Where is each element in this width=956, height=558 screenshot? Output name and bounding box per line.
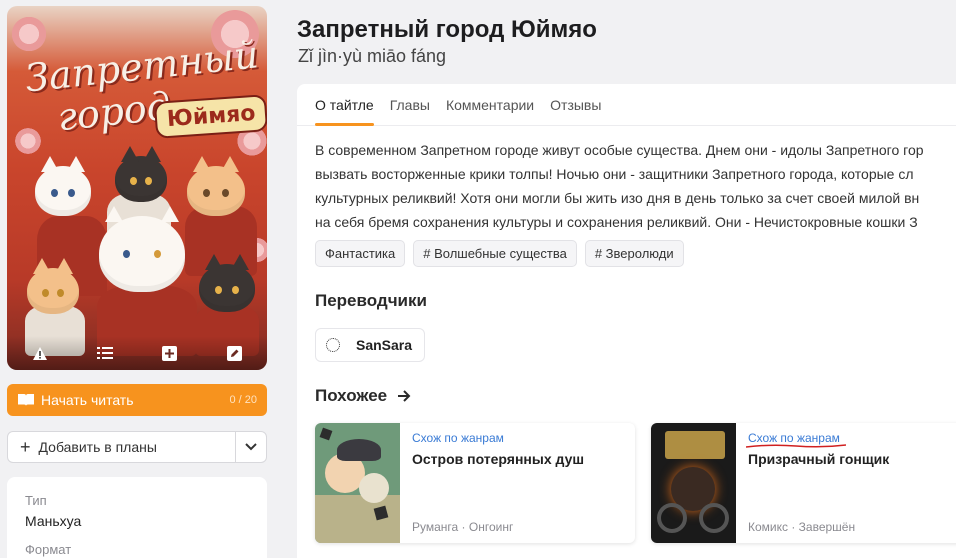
description-line: на себя бремя сохранения культуры и сохр… [315, 214, 918, 230]
cat-illustration [99, 206, 185, 292]
page-subtitle: Zǐ jìn·yù miāo fáng [298, 46, 447, 66]
similar-title: Призрачный гонщик [748, 451, 890, 467]
description: В современном Запретном городе живут осо… [315, 138, 956, 234]
add-to-plans-button[interactable]: + Добавить в планы [8, 432, 235, 462]
similar-reason: Схож по жанрам [412, 431, 504, 445]
similar-card-body: Схож по жанрам Остров потерянных душ Рум… [400, 423, 635, 543]
similar-card[interactable]: Схож по жанрам Остров потерянных душ Рум… [315, 423, 635, 543]
cat-illustration [27, 258, 79, 314]
arrow-right-icon [398, 390, 411, 402]
similar-meta: Комикс · Завершён [748, 520, 856, 534]
tag-item[interactable]: # Зверолюди [584, 240, 684, 267]
chapter-progress: 0 / 20 [229, 394, 257, 406]
tag-list: Фантастика # Волшебные существа # Зверол… [315, 240, 684, 267]
translator-name: SanSara [356, 337, 413, 353]
similar-card[interactable]: Схож по жанрам Призрачный гонщик Комикс … [651, 423, 956, 543]
tab-comments[interactable]: Комментарии [446, 84, 534, 125]
similar-cover [315, 423, 400, 543]
info-label-type: Тип [25, 493, 47, 508]
edit-icon[interactable] [225, 343, 245, 363]
plus-square-icon[interactable] [160, 343, 180, 363]
cat-illustration [115, 146, 167, 202]
similar-title: Остров потерянных душ [412, 451, 585, 467]
cat-illustration [199, 254, 255, 312]
cover-action-bar [7, 336, 267, 370]
translator-chip[interactable]: SanSara [315, 328, 426, 362]
page-title: Запретный город Юймяо [297, 16, 597, 43]
start-reading-label: Начать читать [41, 392, 134, 408]
tab-reviews[interactable]: Отзывы [550, 84, 601, 125]
similar-heading[interactable]: Похожее [315, 386, 411, 406]
list-icon[interactable] [95, 343, 115, 363]
similar-meta: Руманга · Онгоинг [412, 520, 514, 534]
red-underline-mark [746, 444, 846, 448]
start-reading-button[interactable]: Начать читать 0 / 20 [7, 384, 267, 416]
similar-cover [651, 423, 736, 543]
translators-heading: Переводчики [315, 291, 427, 310]
plus-icon: + [20, 437, 31, 457]
chevron-down-icon [245, 443, 257, 451]
cover-image[interactable]: Запретный город Юймяо [7, 6, 267, 370]
cover-title-badge: Юймяо [153, 94, 267, 139]
cat-illustration [187, 156, 245, 216]
tag-item[interactable]: Фантастика [315, 240, 406, 267]
tab-chapters[interactable]: Главы [390, 84, 430, 125]
tab-bar: О тайтле Главы Комментарии Отзывы [297, 84, 956, 126]
add-to-plans-label: Добавить в планы [38, 439, 157, 455]
tab-about[interactable]: О тайтле [315, 84, 374, 126]
main-panel: О тайтле Главы Комментарии Отзывы В совр… [297, 84, 956, 558]
similar-card-body: Схож по жанрам Призрачный гонщик Комикс … [736, 423, 956, 543]
book-icon [18, 394, 34, 406]
info-label-format: Формат [25, 542, 72, 557]
warning-icon[interactable] [30, 343, 50, 363]
tag-item[interactable]: # Волшебные существа [413, 240, 577, 267]
translator-avatar [326, 338, 340, 352]
info-value-type: Маньхуа [25, 513, 82, 529]
description-line: В современном Запретном городе живут осо… [315, 142, 924, 158]
description-line: культурных реликвий! Хотя они могли бы ж… [315, 190, 920, 206]
cat-illustration [35, 156, 91, 216]
add-to-plans-control: + Добавить в планы [7, 431, 267, 463]
plans-dropdown-toggle[interactable] [235, 432, 266, 462]
description-line: вызвать восторженные крики толпы! Ночью … [315, 166, 914, 182]
similar-heading-label: Похожее [315, 386, 388, 405]
info-card: Тип Маньхуа Формат [7, 477, 267, 558]
